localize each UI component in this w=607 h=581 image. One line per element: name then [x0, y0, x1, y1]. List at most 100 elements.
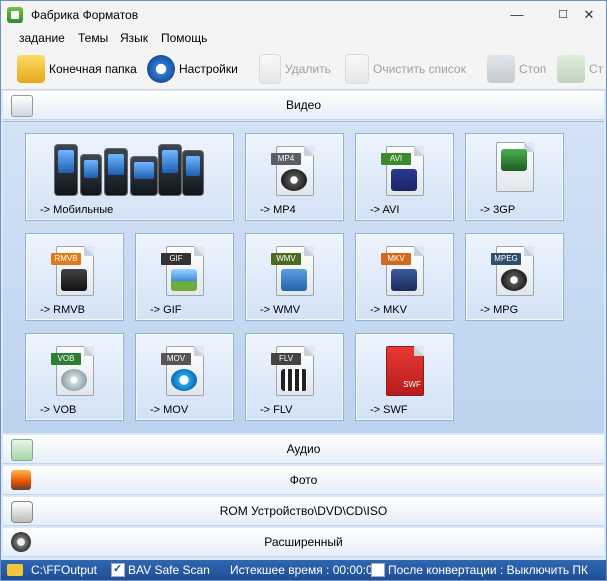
- advanced-section-header[interactable]: Расширенный: [3, 528, 604, 557]
- flv-file-icon: FLV: [271, 346, 314, 396]
- tile-wmv[interactable]: WMV -> WMV: [245, 233, 344, 321]
- after-convert-label: После конвертации : Выключить ПК: [388, 563, 589, 577]
- clear-list-label: Очистить список: [373, 62, 466, 76]
- gif-file-icon: GIF: [161, 246, 204, 296]
- window-title: Фабрика Форматов: [31, 8, 139, 22]
- tile-mobile[interactable]: -> Мобильные: [25, 133, 234, 221]
- format-badge: MOV: [161, 353, 191, 365]
- tile-rmvb[interactable]: RMVB -> RMVB: [25, 233, 124, 321]
- format-badge: AVI: [381, 153, 411, 165]
- clear-list-button[interactable]: Очистить список: [345, 54, 466, 84]
- tile-label: -> GIF: [150, 304, 182, 316]
- bav-safe-scan-checkbox[interactable]: [111, 562, 125, 577]
- menu-language[interactable]: Язык: [120, 31, 148, 45]
- settings-label: Настройки: [179, 62, 238, 76]
- start-label: Ст: [589, 62, 604, 76]
- mkv-file-icon: MKV: [381, 246, 424, 296]
- format-badge: MP4: [271, 153, 301, 165]
- rom-section-header[interactable]: ROM Устройство\DVD\CD\ISO: [3, 497, 604, 526]
- photo-section-label: Фото: [289, 473, 318, 487]
- tile-label: -> MP4: [260, 204, 296, 216]
- delete-label: Удалить: [285, 62, 331, 76]
- format-badge: VOB: [51, 353, 81, 365]
- app-window: Фабрика Форматов — ☐ ✕ задание Темы Язык…: [0, 0, 607, 581]
- advanced-section-label: Расширенный: [264, 535, 343, 549]
- video-section-header[interactable]: Видео: [3, 91, 604, 120]
- output-path[interactable]: C:\FFOutput: [31, 563, 97, 577]
- avi-file-icon: AVI: [381, 146, 424, 196]
- app-logo-icon: [7, 7, 23, 23]
- folder-icon: [17, 55, 45, 83]
- tile-label: -> MKV: [370, 304, 407, 316]
- format-badge: GIF: [161, 253, 191, 265]
- video-section-label: Видео: [285, 98, 322, 112]
- mov-file-icon: MOV: [161, 346, 204, 396]
- tile-label: -> 3GP: [480, 204, 516, 216]
- swf-file-icon: SWF: [386, 346, 424, 396]
- tile-label: -> WMV: [260, 304, 301, 316]
- audio-section-header[interactable]: Аудио: [3, 435, 604, 464]
- tile-mkv[interactable]: MKV -> MKV: [355, 233, 454, 321]
- vob-file-icon: VOB: [51, 346, 94, 396]
- tile-flv[interactable]: FLV -> FLV: [245, 333, 344, 421]
- clear-list-icon: [345, 54, 369, 84]
- status-bar: C:\FFOutput BAV Safe Scan Истекшее время…: [1, 560, 606, 580]
- tile-avi[interactable]: AVI -> AVI: [355, 133, 454, 221]
- format-badge: FLV: [271, 353, 301, 365]
- tile-label: -> Мобильные: [40, 204, 114, 216]
- output-folder-icon: [7, 564, 23, 576]
- wmv-file-icon: WMV: [271, 246, 314, 296]
- elapsed-time: Истекшее время : 00:00:00: [230, 563, 380, 577]
- tile-label: -> RMVB: [40, 304, 85, 316]
- rmvb-file-icon: RMVB: [51, 246, 94, 296]
- tile-vob[interactable]: VOB -> VOB: [25, 333, 124, 421]
- video-format-grid: -> Мобильные MP4 -> MP4 AVI -> AVI -> 3G…: [3, 121, 604, 433]
- format-badge: WMV: [271, 253, 301, 265]
- menu-bar: задание Темы Язык Помощь: [1, 29, 606, 49]
- bav-safe-scan-label: BAV Safe Scan: [128, 563, 210, 577]
- tile-label: -> MOV: [150, 404, 189, 416]
- tile-mov[interactable]: MOV -> MOV: [135, 333, 234, 421]
- photo-section-header[interactable]: Фото: [3, 466, 604, 495]
- tile-mp4[interactable]: MP4 -> MP4: [245, 133, 344, 221]
- tile-mpg[interactable]: MPEG -> MPG: [465, 233, 564, 321]
- settings-gear-icon: [147, 55, 175, 83]
- format-badge: MPEG: [491, 253, 521, 265]
- output-folder-button[interactable]: Конечная папка: [17, 55, 137, 83]
- mp4-file-icon: MP4: [271, 146, 314, 196]
- close-button[interactable]: ✕: [577, 5, 601, 25]
- tile-label: -> AVI: [370, 204, 400, 216]
- after-convert-checkbox[interactable]: [371, 563, 385, 577]
- stop-label: Стоп: [519, 62, 547, 76]
- menu-themes[interactable]: Темы: [78, 31, 108, 45]
- mpg-file-icon: MPEG: [491, 246, 534, 296]
- stop-icon: [487, 55, 515, 83]
- output-folder-label: Конечная папка: [49, 62, 137, 76]
- tile-label: -> VOB: [40, 404, 77, 416]
- title-bar: Фабрика Форматов — ☐ ✕: [1, 1, 606, 29]
- menu-task[interactable]: задание: [19, 31, 65, 45]
- maximize-button[interactable]: ☐: [551, 5, 575, 25]
- tile-label: -> MPG: [480, 304, 519, 316]
- tile-label: -> FLV: [260, 404, 293, 416]
- toolbar: Конечная папка Настройки Удалить Очистит…: [1, 49, 606, 90]
- delete-doc-icon: [259, 54, 281, 84]
- menu-help[interactable]: Помощь: [161, 31, 207, 45]
- 3gp-file-icon: [496, 142, 534, 192]
- format-badge: RMVB: [51, 253, 81, 265]
- rom-section-label: ROM Устройство\DVD\CD\ISO: [219, 504, 388, 518]
- tile-label: -> SWF: [370, 404, 408, 416]
- minimize-button[interactable]: —: [505, 5, 529, 25]
- tile-3gp[interactable]: -> 3GP: [465, 133, 564, 221]
- settings-button[interactable]: Настройки: [147, 55, 238, 83]
- tile-gif[interactable]: GIF -> GIF: [135, 233, 234, 321]
- stop-button[interactable]: Стоп: [487, 55, 546, 83]
- start-icon: [557, 55, 585, 83]
- format-badge: MKV: [381, 253, 411, 265]
- start-button[interactable]: Ст: [557, 55, 603, 83]
- mobile-devices-icon: [54, 142, 204, 196]
- audio-section-label: Аудио: [286, 442, 321, 456]
- format-badge: SWF: [403, 380, 421, 389]
- delete-button[interactable]: Удалить: [259, 54, 331, 84]
- tile-swf[interactable]: SWF -> SWF: [355, 333, 454, 421]
